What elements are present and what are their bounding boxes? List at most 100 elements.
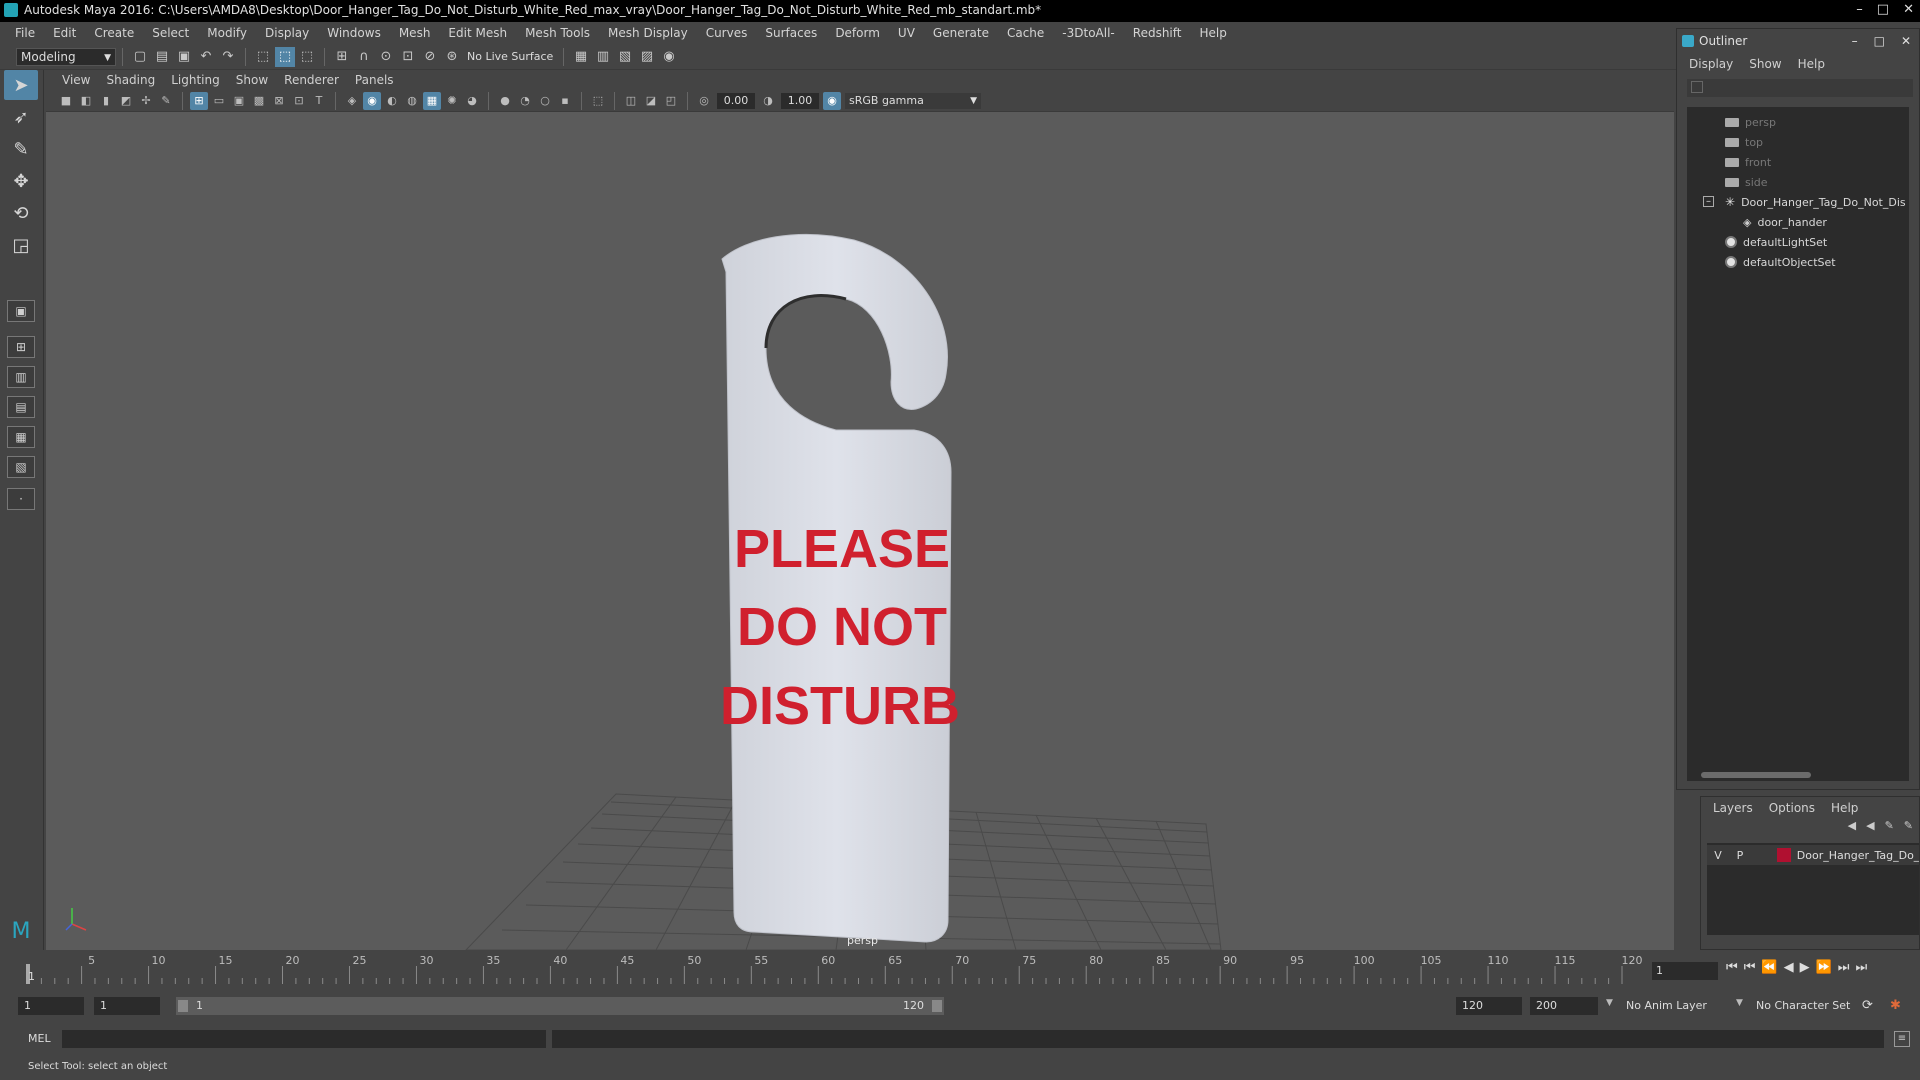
step-forward-key-icon[interactable]: ⏭ xyxy=(1838,960,1850,975)
panel-menu-view[interactable]: View xyxy=(54,73,98,87)
xray-joints-icon[interactable]: ◪ xyxy=(642,92,660,110)
select-camera-icon[interactable]: ■ xyxy=(57,92,75,110)
current-frame-field[interactable]: 1 xyxy=(1652,962,1718,980)
safe-title-icon[interactable]: T xyxy=(310,92,328,110)
character-set-dropdown[interactable]: No Character Set xyxy=(1756,997,1850,1015)
snap-curve-icon[interactable]: ∩ xyxy=(354,47,374,67)
outliner-menu-show[interactable]: Show xyxy=(1749,57,1781,71)
2d-pan-zoom-icon[interactable]: ✢ xyxy=(137,92,155,110)
exposure-field[interactable]: 0.00 xyxy=(717,92,755,109)
scrollbar-thumb[interactable] xyxy=(1701,772,1811,778)
close-button[interactable]: ✕ xyxy=(1903,0,1914,20)
outliner-close-icon[interactable]: ✕ xyxy=(1901,29,1911,53)
wireframe-on-shaded-icon[interactable]: ◍ xyxy=(403,92,421,110)
menu-uv[interactable]: UV xyxy=(889,26,924,40)
depth-of-field-icon[interactable]: ▪ xyxy=(556,92,574,110)
panel-menu-shading[interactable]: Shading xyxy=(98,73,163,87)
shadows-icon[interactable]: ◕ xyxy=(463,92,481,110)
snap-view-plane-icon[interactable]: ⊡ xyxy=(398,47,418,67)
layer-visibility-toggle[interactable]: V xyxy=(1707,849,1729,862)
render-view-icon[interactable]: ▨ xyxy=(637,47,657,67)
menu-file[interactable]: File xyxy=(6,26,44,40)
gate-mask-icon[interactable]: ▩ xyxy=(250,92,268,110)
menu-modify[interactable]: Modify xyxy=(198,26,256,40)
menu-help[interactable]: Help xyxy=(1190,26,1235,40)
go-to-end-icon[interactable]: ⏭ xyxy=(1855,960,1867,975)
render-current-icon[interactable]: ▥ xyxy=(593,47,613,67)
film-gate-icon[interactable]: ▭ xyxy=(210,92,228,110)
menu-3dtoall[interactable]: -3DtoAll- xyxy=(1053,26,1123,40)
persp-outliner-layout-icon[interactable]: ▥ xyxy=(7,366,35,388)
anti-aliasing-icon[interactable]: ○ xyxy=(536,92,554,110)
menu-mesh-display[interactable]: Mesh Display xyxy=(599,26,697,40)
outliner-item-mesh[interactable]: ◈ door_hander xyxy=(1743,213,1827,231)
image-plane-icon[interactable]: ◩ xyxy=(117,92,135,110)
command-input[interactable] xyxy=(62,1030,546,1048)
gamma-field[interactable]: 1.00 xyxy=(781,92,819,109)
menu-deform[interactable]: Deform xyxy=(826,26,889,40)
outliner-item-side[interactable]: side xyxy=(1725,173,1768,191)
persp-graph-layout-icon[interactable]: ▤ xyxy=(7,396,35,418)
step-forward-frame-icon[interactable]: ⏩ xyxy=(1816,960,1832,975)
menu-mesh-tools[interactable]: Mesh Tools xyxy=(516,26,599,40)
menu-windows[interactable]: Windows xyxy=(318,26,390,40)
select-by-object-icon[interactable]: ⬚ xyxy=(275,46,295,67)
mode-dropdown[interactable]: Modeling ▼ xyxy=(16,47,116,66)
more-layouts-icon[interactable]: · xyxy=(7,488,35,510)
exposure-icon[interactable]: ◎ xyxy=(695,92,713,110)
animation-start-field[interactable]: 1 xyxy=(18,997,84,1015)
render-settings-icon[interactable]: ▦ xyxy=(571,47,591,67)
outliner-horizontal-scrollbar[interactable] xyxy=(1687,769,1909,781)
view-transform-dropdown[interactable]: sRGB gamma ▼ xyxy=(845,92,981,109)
play-backwards-icon[interactable]: ◀ xyxy=(1784,960,1794,975)
outliner-item-group[interactable]: ✳ Door_Hanger_Tag_Do_Not_Dis xyxy=(1725,193,1906,211)
layer-row[interactable]: V P Door_Hanger_Tag_Do_ xyxy=(1707,845,1919,865)
menu-edit[interactable]: Edit xyxy=(44,26,85,40)
move-layer-down-icon[interactable]: ◀ xyxy=(1866,819,1874,841)
make-live-icon[interactable]: ⊛ xyxy=(442,47,462,67)
hypershade-icon[interactable]: ◉ xyxy=(659,47,679,67)
gamma-icon[interactable]: ◑ xyxy=(759,92,777,110)
perspective-viewport[interactable]: PLEASE DO NOT DISTURB persp xyxy=(46,112,1674,950)
isolate-select-icon[interactable]: ⬚ xyxy=(589,92,607,110)
outliner-item-objectset[interactable]: defaultObjectSet xyxy=(1725,253,1836,271)
range-end-handle[interactable] xyxy=(932,1000,942,1012)
menu-curves[interactable]: Curves xyxy=(697,26,757,40)
playback-end-field[interactable]: 120 xyxy=(1456,997,1522,1015)
snap-point-icon[interactable]: ⊙ xyxy=(376,47,396,67)
range-slider[interactable]: 1 120 xyxy=(176,997,944,1015)
range-start-handle[interactable] xyxy=(178,1000,188,1012)
menu-mesh[interactable]: Mesh xyxy=(390,26,440,40)
ambient-occlusion-icon[interactable]: ● xyxy=(496,92,514,110)
hypershade-layout-icon[interactable]: ▦ xyxy=(7,426,35,448)
menu-generate[interactable]: Generate xyxy=(924,26,998,40)
safe-action-icon[interactable]: ⊡ xyxy=(290,92,308,110)
panel-menu-panels[interactable]: Panels xyxy=(347,73,402,87)
step-back-frame-icon[interactable]: ⏪ xyxy=(1761,960,1777,975)
outliner-item-front[interactable]: front xyxy=(1725,153,1771,171)
auto-key-icon[interactable]: ⟳ xyxy=(1862,997,1873,1015)
grid-icon[interactable]: ⊞ xyxy=(190,91,208,110)
save-scene-icon[interactable]: ▣ xyxy=(174,47,194,67)
menu-create[interactable]: Create xyxy=(85,26,143,40)
panel-menu-renderer[interactable]: Renderer xyxy=(276,73,347,87)
menu-display[interactable]: Display xyxy=(256,26,318,40)
outliner-item-lightset[interactable]: defaultLightSet xyxy=(1725,233,1827,251)
maximize-button[interactable]: □ xyxy=(1877,0,1889,20)
animation-preferences-icon[interactable]: ✱ xyxy=(1890,997,1901,1015)
layers-menu-help[interactable]: Help xyxy=(1831,801,1858,815)
grease-pencil-icon[interactable]: ✎ xyxy=(157,92,175,110)
live-surface-field[interactable]: No Live Surface xyxy=(463,48,557,66)
redo-icon[interactable]: ↷ xyxy=(218,47,238,67)
open-scene-icon[interactable]: ▤ xyxy=(152,47,172,67)
scale-tool-icon[interactable]: ◲ xyxy=(4,230,38,260)
outliner-item-top[interactable]: top xyxy=(1725,133,1763,151)
select-by-component-icon[interactable]: ⬚ xyxy=(297,47,317,67)
snap-live-icon[interactable]: ⊘ xyxy=(420,47,440,67)
textured-icon[interactable]: ▦ xyxy=(423,91,441,110)
layers-menu-options[interactable]: Options xyxy=(1769,801,1815,815)
flat-shade-icon[interactable]: ◐ xyxy=(383,92,401,110)
undo-icon[interactable]: ↶ xyxy=(196,47,216,67)
time-slider[interactable]: 5 10 15 20 25 30 35 40 45 50 55 60 65 70 75 80 85 90 95 100… xyxy=(24,952,1643,986)
move-tool-icon[interactable]: ✥ xyxy=(4,166,38,196)
